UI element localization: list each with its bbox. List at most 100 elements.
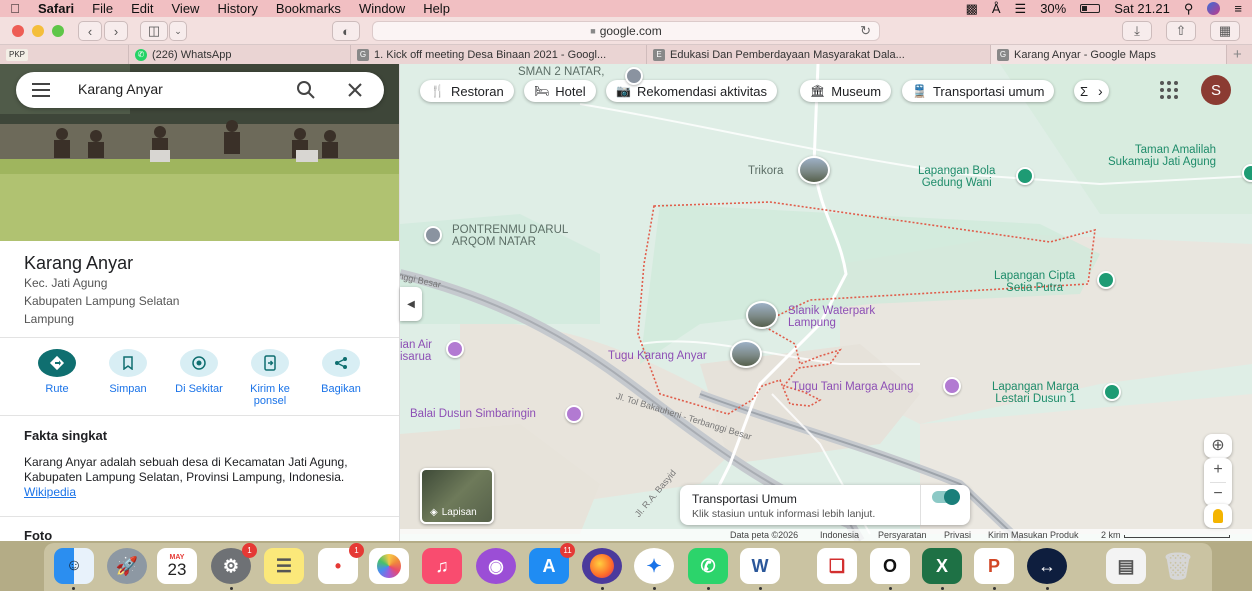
wifi-icon[interactable]: ☰	[1015, 1, 1027, 17]
map-label-pontrenmu[interactable]: PONTRENMU DARUL ARQOM NATAR	[452, 224, 568, 248]
privacy-link[interactable]: Privasi	[944, 530, 971, 540]
minimize-window-button[interactable]	[32, 25, 44, 37]
search-icon[interactable]	[296, 80, 316, 100]
map-label-taman[interactable]: Taman Amalilah Sukamaju Jati Agung	[1108, 144, 1216, 168]
reminders-icon[interactable]: • 1	[318, 543, 364, 584]
directions-button[interactable]: Rute	[25, 349, 89, 395]
transit-toggle[interactable]	[932, 489, 960, 505]
trash-icon[interactable]: 🗑	[1158, 548, 1198, 584]
transit-card[interactable]: Transportasi Umum Klik stasiun untuk inf…	[680, 485, 970, 525]
chip-museums[interactable]: 🏛 Museum	[800, 80, 892, 102]
country-link[interactable]: Indonesia	[820, 530, 859, 540]
tab-google-docs[interactable]: G 1. Kick off meeting Desa Binaan 2021 -…	[350, 45, 646, 64]
excel-icon[interactable]: X	[922, 548, 962, 584]
powerpoint-icon[interactable]: P	[974, 548, 1014, 584]
tab-edukasi[interactable]: E Edukasi Dan Pemberdayaan Masyarakat Da…	[646, 45, 934, 64]
school-pin-icon[interactable]	[424, 226, 442, 244]
launchpad-icon[interactable]: 🚀	[107, 548, 147, 584]
podcasts-icon[interactable]: ◉	[476, 548, 516, 584]
word-icon[interactable]: W	[740, 548, 780, 584]
tab-whatsapp[interactable]: ✆ (226) WhatsApp	[128, 45, 350, 64]
menu-history[interactable]: History	[209, 1, 267, 16]
map-label-trikora[interactable]: Trikora	[748, 165, 783, 177]
park-pin-icon[interactable]	[1103, 383, 1121, 401]
map-label-tugu-tani[interactable]: Tugu Tani Marga Agung	[792, 381, 913, 393]
map-label-sman[interactable]: SMAN 2 NATAR,	[518, 66, 604, 78]
tugu-karang-anyar-photo-pin[interactable]	[730, 340, 762, 368]
zoom-in-button[interactable]: +	[1204, 458, 1232, 482]
share-page-icon[interactable]: ⇧	[1166, 21, 1196, 41]
hamburger-menu-icon[interactable]	[32, 83, 52, 97]
send-to-phone-button[interactable]: Kirim ke ponsel	[238, 349, 302, 407]
map-label-air[interactable]: ian Air isarua	[400, 339, 432, 363]
search-box[interactable]: Karang Anyar	[16, 72, 384, 108]
menu-window[interactable]: Window	[351, 1, 415, 16]
save-button[interactable]: Simpan	[96, 349, 160, 395]
sidebar-toggle-icon[interactable]: ◫	[140, 21, 168, 41]
place-photo[interactable]: Karang Anyar	[0, 64, 399, 241]
calendar-icon[interactable]: MAY 23	[157, 548, 197, 584]
map-canvas[interactable]: 🍴 Restoran 🛏 Hotel 📷 Rekomendasi aktivit…	[400, 64, 1252, 541]
chip-more[interactable]: Σ ›	[1074, 80, 1109, 102]
map-label-slanik[interactable]: Slanik Waterpark Lampung	[788, 305, 875, 329]
finder-icon[interactable]: ☺	[54, 548, 94, 584]
privacy-shield-icon[interactable]: ◐	[332, 21, 360, 41]
scale-label[interactable]: 2 km	[1101, 530, 1121, 540]
opera-icon[interactable]: O	[870, 548, 910, 584]
chevron-right-icon[interactable]: ›	[1098, 83, 1103, 99]
reload-icon[interactable]: ↻	[860, 23, 871, 39]
chip-transit[interactable]: 🚆 Transportasi umum	[902, 80, 1055, 102]
spotlight-icon[interactable]: ⚲	[1184, 1, 1194, 17]
feedback-link[interactable]: Kirim Masukan Produk	[988, 530, 1079, 540]
landmark-pin-icon[interactable]	[446, 340, 464, 358]
siri-icon[interactable]	[1207, 2, 1221, 15]
slanik-photo-pin[interactable]	[746, 301, 778, 329]
google-apps-icon[interactable]	[1159, 80, 1179, 100]
zoom-out-button[interactable]: −	[1204, 483, 1232, 506]
document-icon[interactable]: ▤	[1106, 548, 1146, 584]
search-input[interactable]: Karang Anyar	[78, 81, 163, 97]
tab-google-maps[interactable]: G Karang Anyar - Google Maps	[990, 45, 1226, 64]
map-label-balai-dusun[interactable]: Balai Dusun Simbaringin	[410, 408, 536, 420]
menu-app[interactable]: Safari	[30, 1, 84, 16]
trikora-photo-pin[interactable]	[798, 156, 830, 184]
park-pin-icon[interactable]	[1097, 271, 1115, 289]
nearby-button[interactable]: Di Sekitar	[167, 349, 231, 395]
menu-edit[interactable]: Edit	[123, 1, 163, 16]
close-icon[interactable]	[346, 81, 364, 99]
apple-icon[interactable]: 	[0, 1, 30, 16]
map-label-lapangan-bola[interactable]: Lapangan Bola Gedung Wani	[918, 165, 995, 189]
sidebar-menu-chevron-icon[interactable]: ⌄	[169, 21, 187, 41]
menu-file[interactable]: File	[84, 1, 123, 16]
tab-pkp[interactable]: PKP	[0, 45, 30, 64]
bluetooth-icon[interactable]: Å	[992, 1, 1001, 16]
share-button[interactable]: Bagikan	[309, 349, 373, 395]
park-pin-icon[interactable]	[1016, 167, 1034, 185]
safari-icon[interactable]: ✦	[634, 548, 674, 584]
school-pin-icon[interactable]	[625, 67, 643, 85]
notes-icon[interactable]: ☰	[264, 548, 304, 584]
screen-mirror-icon[interactable]: ▩	[966, 1, 978, 17]
tab-overview-icon[interactable]: ▦	[1210, 21, 1240, 41]
control-center-icon[interactable]: ≡	[1234, 1, 1242, 16]
landmark-pin-icon[interactable]	[943, 377, 961, 395]
address-bar[interactable]: ■ google.com ↻	[372, 21, 880, 41]
menu-help[interactable]: Help	[415, 1, 460, 16]
close-window-button[interactable]	[12, 25, 24, 37]
system-preferences-icon[interactable]: ⚙ 1	[211, 543, 257, 584]
forward-button[interactable]: ›	[104, 21, 128, 41]
app-store-icon[interactable]: A 11	[529, 543, 575, 584]
account-avatar[interactable]: S	[1201, 75, 1231, 105]
map-label-tugu-karang-anyar[interactable]: Tugu Karang Anyar	[608, 350, 707, 362]
menu-view[interactable]: View	[164, 1, 210, 16]
clock[interactable]: Sat 21.21	[1114, 1, 1170, 16]
map-label-lapangan-cipta[interactable]: Lapangan Cipta Setia Putra	[994, 270, 1075, 294]
layers-button[interactable]: ◈ Lapisan	[420, 468, 494, 524]
photos-icon[interactable]	[369, 548, 409, 584]
collapse-panel-button[interactable]: ◀	[400, 287, 422, 321]
music-icon[interactable]: ♫	[422, 548, 462, 584]
zoom-window-button[interactable]	[52, 25, 64, 37]
chip-restaurants[interactable]: 🍴 Restoran	[420, 80, 514, 102]
firefox-icon[interactable]	[582, 548, 622, 584]
downloads-icon[interactable]: ⤓	[1122, 21, 1152, 41]
